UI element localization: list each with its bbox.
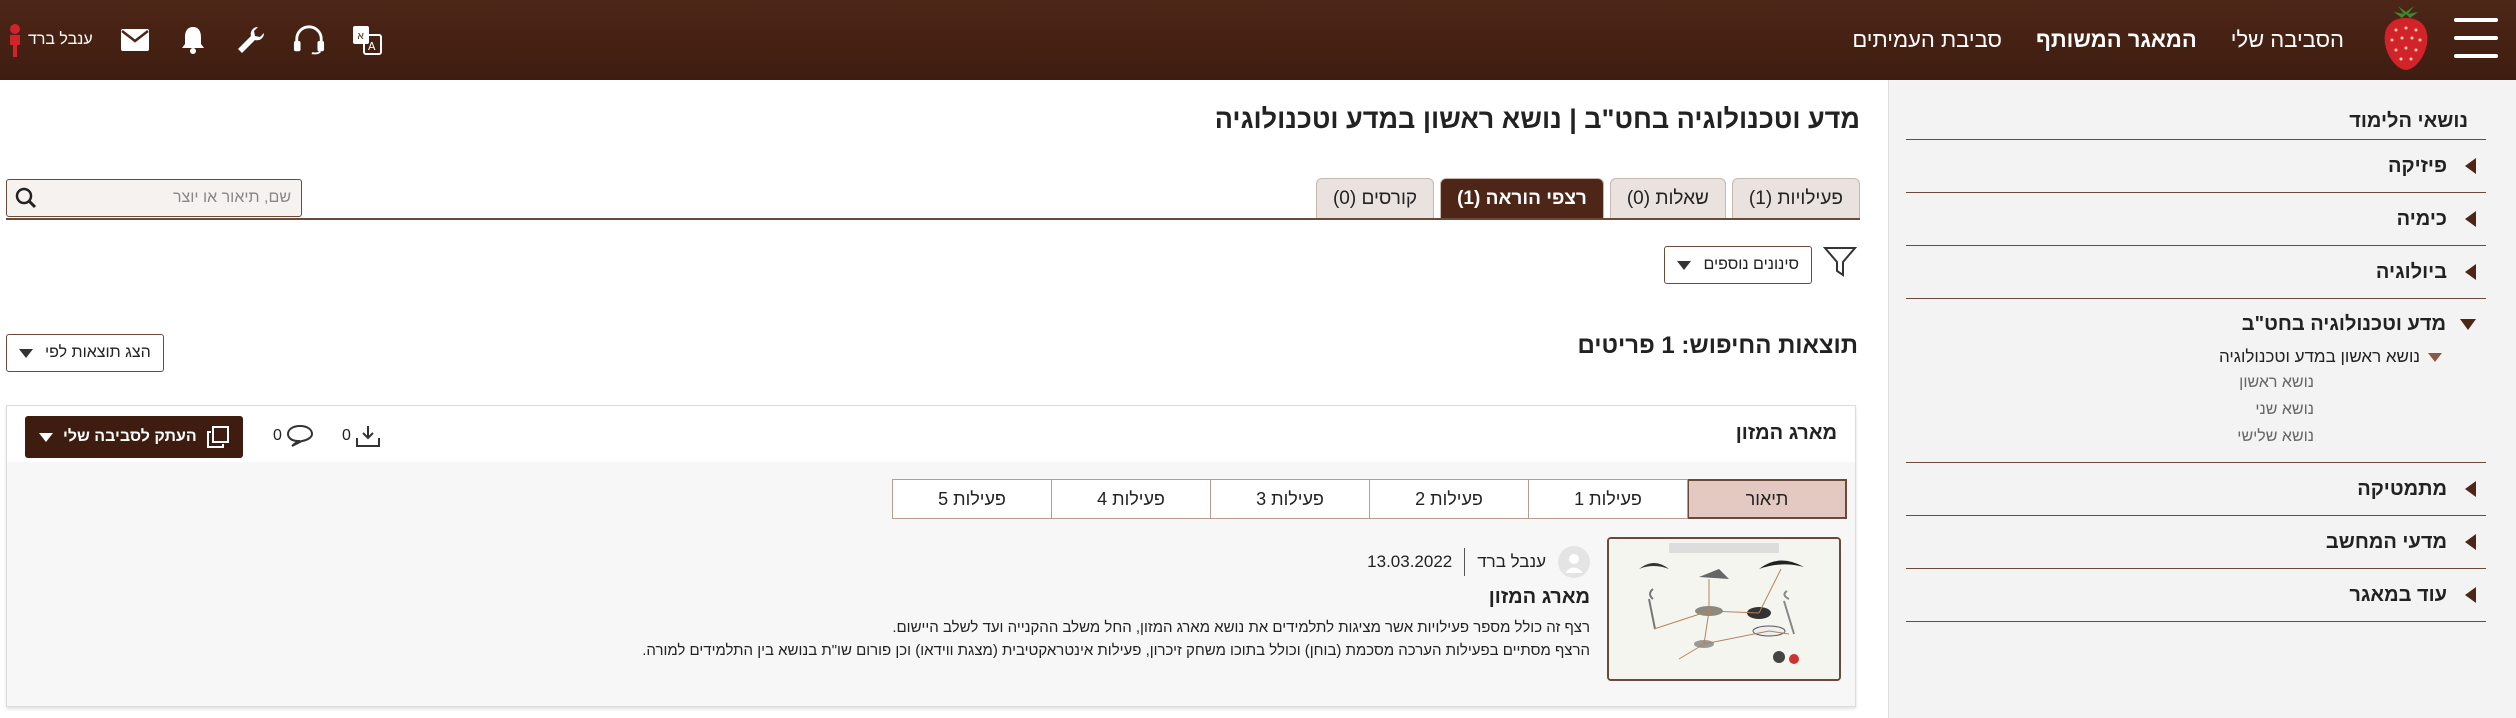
svg-text:א: א <box>357 29 364 42</box>
search-icon[interactable] <box>7 179 45 217</box>
card-title[interactable]: מארג המזון <box>1736 422 1837 445</box>
card-tab-activity-5[interactable]: פעילות 5 <box>892 479 1052 519</box>
sidebar-leaf-topic-2[interactable]: נושא שני <box>1906 396 2314 423</box>
sort-results-button[interactable]: הצג תוצאות לפי <box>6 334 164 372</box>
author-name[interactable]: ענבל ברד <box>1477 552 1546 572</box>
page-title: מדע וטכנולוגיה בחט"ב | נושא ראשון במדע ו… <box>1214 104 1860 134</box>
copy-to-my-environment-button[interactable]: העתק לסביבה שלי <box>25 416 243 458</box>
tab-teaching-sequences[interactable]: רצפי הוראה (1) <box>1440 178 1604 218</box>
activity-name: מארג המזון <box>1488 586 1590 608</box>
content-tabs: פעילויות (1) שאלות (0) רצפי הוראה (1) קו… <box>1315 178 1860 218</box>
card-tab-activity-2[interactable]: פעילות 2 <box>1369 479 1529 519</box>
downloads-stat[interactable]: 0 <box>342 424 381 448</box>
wrench-icon[interactable] <box>235 24 267 56</box>
sidebar-item-math[interactable]: מתמטיקה <box>1906 463 2486 516</box>
sidebar-item-chemistry[interactable]: כימיה <box>1906 193 2486 246</box>
description-line-2: הרצף מסתיים בפעילות הערכה מסכמת (בוחן) ו… <box>642 642 1590 659</box>
sidebar-leaf-topic-3[interactable]: נושא שלישי <box>1906 423 2314 450</box>
sidebar-item-more[interactable]: עוד במאגר <box>1906 569 2486 622</box>
card-tab-activity-1[interactable]: פעילות 1 <box>1528 479 1688 519</box>
sidebar-item-physics[interactable]: פיזיקה <box>1906 140 2486 193</box>
chevron-down-icon <box>1677 260 1692 270</box>
sidebar-item-biology[interactable]: ביולוגיה <box>1906 246 2486 299</box>
nav-shared-repository[interactable]: המאגר המשותף <box>2036 27 2197 53</box>
download-icon <box>355 426 380 447</box>
sidebar-leaf-topic-1[interactable]: נושא ראשון <box>1906 369 2314 396</box>
collapse-arrow-icon <box>2460 318 2476 330</box>
created-date: 13.03.2022 <box>1367 552 1453 571</box>
sidebar-subtree: נושא ראשון במדע וטכנולוגיה נושא ראשון נו… <box>1906 345 2442 450</box>
strawberry-logo[interactable] <box>2376 4 2436 74</box>
sidebar-item-science-tech: מדע וטכנולוגיה בחט"ב נושא ראשון במדע וטכ… <box>1906 299 2486 463</box>
search-input[interactable] <box>45 180 301 216</box>
bell-icon[interactable] <box>177 24 209 56</box>
search-box <box>6 179 302 217</box>
nav-peers-environment[interactable]: סביבת העמיתים <box>1852 27 2002 53</box>
menu-icon[interactable] <box>2454 18 2498 58</box>
description-line-1: רצף זה כולל מספר פעילויות אשר מציגות לתל… <box>892 619 1590 636</box>
card-description: רצף זה כולל מספר פעילויות אשר מציגות לתל… <box>490 616 1590 662</box>
comment-icon <box>286 424 313 447</box>
header-tools: ענבל ברד אA <box>8 0 383 80</box>
expand-arrow-icon <box>2465 211 2476 227</box>
chevron-down-icon <box>39 432 53 442</box>
copy-icon <box>206 426 229 448</box>
user-icon <box>10 24 20 57</box>
main-content: מדע וטכנולוגיה בחט"ב | נושא ראשון במדע ו… <box>0 80 1888 718</box>
topics-sidebar: נושאי הלימוד פיזיקה כימיה ביולוגיה מדע ו… <box>1888 80 2516 718</box>
sidebar-item-computer-science[interactable]: מדעי המחשב <box>1906 516 2486 569</box>
user-menu[interactable]: ענבל ברד <box>8 23 93 57</box>
tab-courses[interactable]: קורסים (0) <box>1315 178 1435 218</box>
expand-arrow-icon <box>2465 481 2476 497</box>
sidebar-title: נושאי הלימוד <box>1906 102 2486 140</box>
expand-arrow-icon <box>2465 158 2476 174</box>
svg-text:A: A <box>368 40 376 53</box>
expand-arrow-icon <box>2465 264 2476 280</box>
nav-my-environment[interactable]: הסביבה שלי <box>2231 27 2344 53</box>
user-name: ענבל ברד <box>28 31 93 48</box>
results-title: תוצאות החיפוש: 1 פריטים <box>1577 332 1858 359</box>
filter-icon[interactable] <box>1822 243 1858 279</box>
expand-arrow-icon <box>2465 534 2476 550</box>
card-meta: ענבל ברד 13.03.2022 <box>1367 546 1590 578</box>
chevron-down-icon <box>19 348 33 358</box>
tab-questions[interactable]: שאלות (0) <box>1609 178 1726 218</box>
collapse-arrow-icon <box>2428 352 2442 362</box>
result-card: מארג המזון 0 0 העתק לסביבה שלי תיאור פעי… <box>6 405 1856 707</box>
food-web-thumbnail[interactable] <box>1607 537 1841 681</box>
meta-divider <box>1464 548 1466 576</box>
more-filters-button[interactable]: סינונים נוספים <box>1664 246 1812 284</box>
top-bar: הסביבה שלי המאגר המשותף סביבת העמיתים ענ… <box>0 0 2516 80</box>
headset-icon[interactable] <box>293 24 325 56</box>
card-tab-activity-4[interactable]: פעילות 4 <box>1051 479 1211 519</box>
translate-icon[interactable]: אA <box>351 24 383 56</box>
sidebar-item-science-tech-header[interactable]: מדע וטכנולוגיה בחט"ב <box>1906 311 2476 337</box>
mail-icon[interactable] <box>119 24 151 56</box>
avatar <box>1558 546 1590 578</box>
tab-activities[interactable]: פעילויות (1) <box>1731 178 1860 218</box>
sidebar-subtopic[interactable]: נושא ראשון במדע וטכנולוגיה <box>1906 345 2442 369</box>
card-tabs: תיאור פעילות 1 פעילות 2 פעילות 3 פעילות … <box>892 479 1847 519</box>
card-tab-activity-3[interactable]: פעילות 3 <box>1210 479 1370 519</box>
card-header: מארג המזון 0 0 העתק לסביבה שלי <box>7 406 1855 462</box>
expand-arrow-icon <box>2465 587 2476 603</box>
top-nav: הסביבה שלי המאגר המשותף סביבת העמיתים <box>1852 0 2344 80</box>
tabs-underline <box>6 218 1860 220</box>
card-tab-description[interactable]: תיאור <box>1687 479 1847 519</box>
comments-stat[interactable]: 0 <box>273 424 314 448</box>
